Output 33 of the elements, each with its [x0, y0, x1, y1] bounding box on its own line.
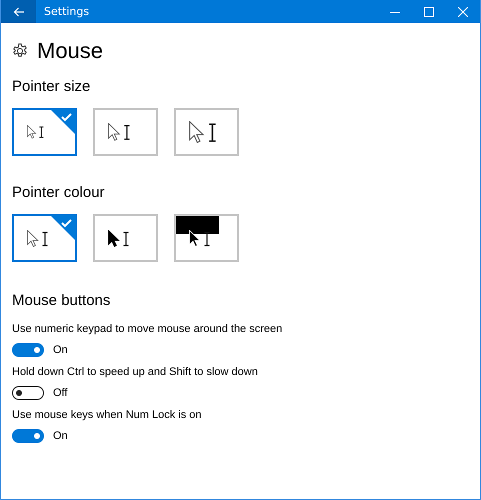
back-arrow-icon [12, 6, 24, 16]
cursor-icon [108, 123, 130, 141]
setting-label: Use numeric keypad to move mouse around the screen [12, 323, 284, 335]
page-title: Mouse [37, 38, 104, 64]
close-icon [458, 6, 468, 16]
toggle-state-label: On [53, 430, 68, 442]
toggle-switch[interactable] [12, 386, 44, 400]
setting-label: Hold down Ctrl to speed up and Shift to slow down [12, 366, 259, 378]
pointer-size-option[interactable] [12, 108, 77, 156]
pointer-colour-option[interactable] [174, 214, 239, 262]
toggle-state-label: On [53, 344, 68, 356]
check-icon [51, 110, 75, 134]
gear-icon [12, 43, 28, 59]
pointer-colour-option[interactable] [93, 214, 158, 262]
setting-label: Use mouse keys when Num Lock is on [12, 409, 203, 421]
cursor-icon [189, 230, 210, 246]
cursor-icon [189, 120, 216, 144]
section-heading: Pointer size [12, 78, 92, 95]
pointer-size-option[interactable] [93, 108, 158, 156]
section-heading: Pointer colour [12, 184, 106, 201]
toggle-switch[interactable] [12, 429, 44, 443]
back-button[interactable] [1, 0, 36, 23]
toggle-state-label: Off [53, 387, 68, 399]
cursor-icon [27, 230, 48, 246]
section-heading: Mouse buttons [12, 292, 112, 309]
pointer-size-option[interactable] [174, 108, 239, 156]
cursor-icon [108, 230, 129, 246]
cursor-icon [27, 125, 44, 139]
maximize-icon [424, 6, 434, 16]
window-title: Settings [44, 5, 90, 18]
toggle-switch[interactable] [12, 343, 44, 357]
inverted-area [176, 216, 219, 234]
check-icon [51, 216, 75, 240]
